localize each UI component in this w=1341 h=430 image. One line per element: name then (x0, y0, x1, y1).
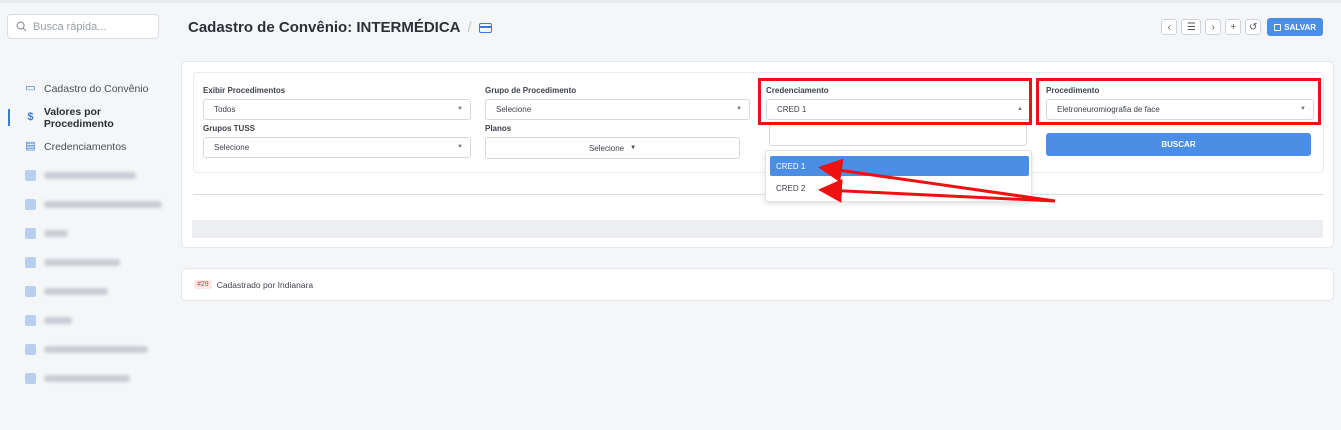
blurred-label (44, 375, 130, 382)
highlight-credenciamento (758, 78, 1032, 125)
prev-button[interactable]: ‹ (1161, 19, 1178, 35)
save-label: SALVAR (1284, 22, 1316, 32)
blurred-label (44, 201, 162, 208)
exibir-label: Exibir Procedimentos (203, 86, 286, 95)
blurred-label (44, 317, 72, 324)
blurred-label (44, 230, 68, 237)
sidebar-item-cadastro[interactable]: ▭ Cadastro do Convênio (0, 74, 172, 103)
toolbar: ‹ ☰ › + ↺ SALVAR (1161, 18, 1323, 36)
blurred-label (44, 346, 148, 353)
credenciamento-dropdown: CRED 1 CRED 2 (765, 150, 1032, 202)
sidebar-item-blurred[interactable] (0, 190, 172, 219)
list-button[interactable]: ☰ (1181, 19, 1202, 35)
blurred-label (44, 288, 108, 295)
record-info-card: #29 Cadastrado por Indianara (181, 268, 1334, 301)
blurred-label (44, 172, 136, 179)
blurred-label (44, 259, 120, 266)
top-border (0, 0, 1341, 3)
page-title-text: Cadastro de Convênio: INTERMÉDICA (188, 19, 461, 36)
card-icon: ▭ (25, 82, 36, 94)
dropdown-option[interactable]: CRED 2 (770, 178, 1029, 198)
sidebar-item-label: Valores por Procedimento (43, 105, 114, 130)
sidebar-item-blurred[interactable] (0, 161, 172, 190)
sidebar-item-valores[interactable]: $ Valores por Procedimento (0, 103, 172, 132)
blurred-icon (25, 315, 36, 326)
planos-value: Selecione (588, 143, 625, 153)
highlight-procedimento (1036, 78, 1321, 125)
buscar-button[interactable]: BUSCAR (1046, 133, 1311, 156)
document-icon: ▤ (25, 140, 36, 152)
sidebar-item-label: Credenciamentos (44, 140, 127, 153)
sidebar-item-blurred[interactable] (0, 248, 172, 277)
tuss-label: Grupos TUSS (203, 124, 256, 133)
chevron-down-icon: ▼ (736, 106, 742, 112)
results-placeholder (192, 220, 1323, 238)
search-icon (16, 21, 27, 32)
credenciamento-search-input[interactable] (769, 124, 1027, 146)
blurred-icon (25, 228, 36, 239)
card-icon[interactable] (478, 22, 492, 33)
title-separator: / (467, 19, 472, 36)
save-icon (1274, 23, 1282, 31)
planos-select[interactable]: Selecione ▼ (485, 137, 740, 159)
sidebar: ▭ Cadastro do Convênio $ Valores por Pro… (0, 74, 172, 393)
blurred-icon (25, 170, 36, 181)
sidebar-item-credenciamentos[interactable]: ▤ Credenciamentos (0, 132, 172, 161)
add-button[interactable]: + (1225, 19, 1242, 35)
blurred-icon (25, 286, 36, 297)
dollar-icon: $ (27, 111, 34, 123)
sidebar-item-blurred[interactable] (0, 306, 172, 335)
search-input[interactable] (33, 20, 153, 33)
page-title: Cadastro de Convênio: INTERMÉDICA / (188, 19, 492, 36)
tuss-value: Selecione (214, 143, 250, 152)
quick-search[interactable] (7, 14, 159, 39)
planos-label: Planos (485, 124, 512, 133)
sidebar-item-blurred[interactable] (0, 335, 172, 364)
exibir-select[interactable]: Todos ▼ (203, 99, 471, 120)
tuss-select[interactable]: Selecione ▼ (203, 137, 471, 158)
grupo-label: Grupo de Procedimento (485, 86, 577, 95)
chevron-down-icon: ▼ (457, 106, 463, 112)
sidebar-item-label: Cadastro do Convênio (44, 82, 149, 95)
blurred-icon (25, 199, 36, 210)
exibir-value: Todos (214, 105, 236, 114)
chevron-down-icon: ▼ (630, 145, 637, 151)
next-button[interactable]: › (1205, 19, 1222, 35)
sidebar-item-blurred[interactable] (0, 219, 172, 248)
blurred-icon (25, 257, 36, 268)
save-button[interactable]: SALVAR (1267, 18, 1323, 36)
blurred-icon (25, 344, 36, 355)
divider (193, 194, 1324, 195)
dropdown-option[interactable]: CRED 1 (770, 156, 1029, 176)
record-id-badge: #29 (194, 280, 212, 289)
sidebar-item-blurred[interactable] (0, 277, 172, 306)
grupo-value: Selecione (496, 105, 532, 114)
history-button[interactable]: ↺ (1245, 19, 1262, 35)
blurred-icon (25, 373, 36, 384)
record-created-by: Cadastrado por Indianara (216, 279, 314, 290)
grupo-select[interactable]: Selecione ▼ (485, 99, 750, 120)
sidebar-item-blurred[interactable] (0, 364, 172, 393)
chevron-down-icon: ▼ (457, 144, 463, 150)
